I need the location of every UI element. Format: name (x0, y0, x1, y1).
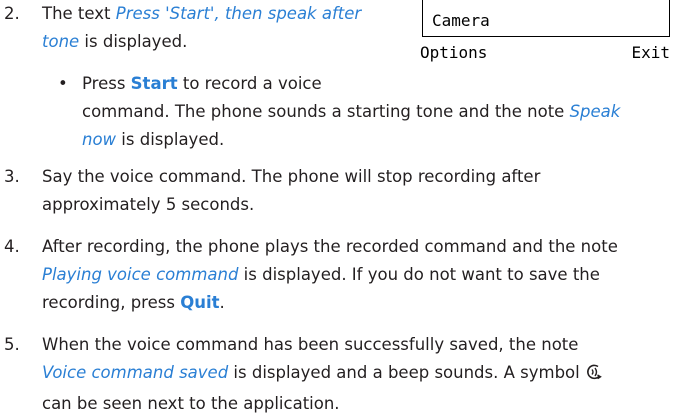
step-2-prompt-text: Press 'Start', then speak after (115, 4, 362, 23)
step-5: 5. When the voice command has been succe… (4, 331, 605, 418)
step-4-text: is displayed. If you do not want to save… (238, 265, 600, 284)
step-2-prompt-text-cont: tone (42, 32, 80, 51)
step-2-text-post: is displayed. (79, 32, 188, 51)
step-5-line-1: When the voice command has been successf… (42, 335, 579, 354)
step-2-line-1: The text Press 'Start', then speak after (42, 0, 361, 28)
step-5-line-3: can be seen next to the application. (42, 394, 340, 413)
step-2: 2. The text Press 'Start', then speak af… (4, 0, 361, 56)
bullet-line-2: command. The phone sounds a starting ton… (82, 98, 620, 126)
step-4: 4. After recording, the phone plays the … (4, 233, 618, 317)
step-number: 4. (4, 237, 20, 256)
bullet-text: command. The phone sounds a starting ton… (82, 102, 570, 121)
step-number: 5. (4, 335, 20, 354)
exit-softkey[interactable]: Exit (631, 43, 670, 62)
step-3-line-1: Say the voice command. The phone will st… (42, 167, 541, 186)
step-4-text: recording, press (42, 293, 181, 312)
step-number: 2. (4, 4, 20, 23)
bullet-text: Press (82, 74, 131, 93)
voice-tag-icon (585, 362, 605, 390)
step-4-line-1: After recording, the phone plays the rec… (42, 237, 618, 256)
step-5-line-2: Voice command saved is displayed and a b… (42, 359, 605, 390)
playing-voice-command-note: Playing voice command (42, 265, 239, 284)
speak-now-note-cont: now (82, 130, 117, 149)
step-4-line-2: Playing voice command is displayed. If y… (42, 261, 618, 289)
step-3-line-2: approximately 5 seconds. (42, 195, 255, 214)
bullet-line-1: Press Start to record a voice (82, 70, 620, 98)
step-2-line-2: tone is displayed. (42, 28, 361, 56)
quit-key-label: Quit (180, 293, 220, 312)
bullet-line-3: now is displayed. (82, 126, 620, 154)
step-3: 3. Say the voice command. The phone will… (4, 163, 540, 219)
voice-command-saved-note: Voice command saved (42, 363, 229, 382)
phone-menu-box: Camera (422, 0, 670, 37)
phone-screen: Camera Options Exit (420, 0, 674, 70)
step-2-text-pre: The text (42, 4, 116, 23)
step-number: 3. (4, 167, 20, 186)
bullet-text: is displayed. (116, 130, 225, 149)
phone-menu-item-camera[interactable]: Camera (432, 11, 490, 30)
bullet-icon: • (58, 74, 68, 93)
start-key-label: Start (130, 74, 178, 93)
speak-now-note: Speak (569, 102, 621, 121)
bullet-text: to record a voice (177, 74, 322, 93)
step-4-text: . (219, 293, 225, 312)
step-2-bullet: • Press Start to record a voice command.… (58, 70, 620, 154)
step-4-line-3: recording, press Quit. (42, 289, 618, 317)
options-softkey[interactable]: Options (420, 43, 487, 62)
step-5-text: is displayed and a beep sounds. A symbol (228, 363, 585, 382)
